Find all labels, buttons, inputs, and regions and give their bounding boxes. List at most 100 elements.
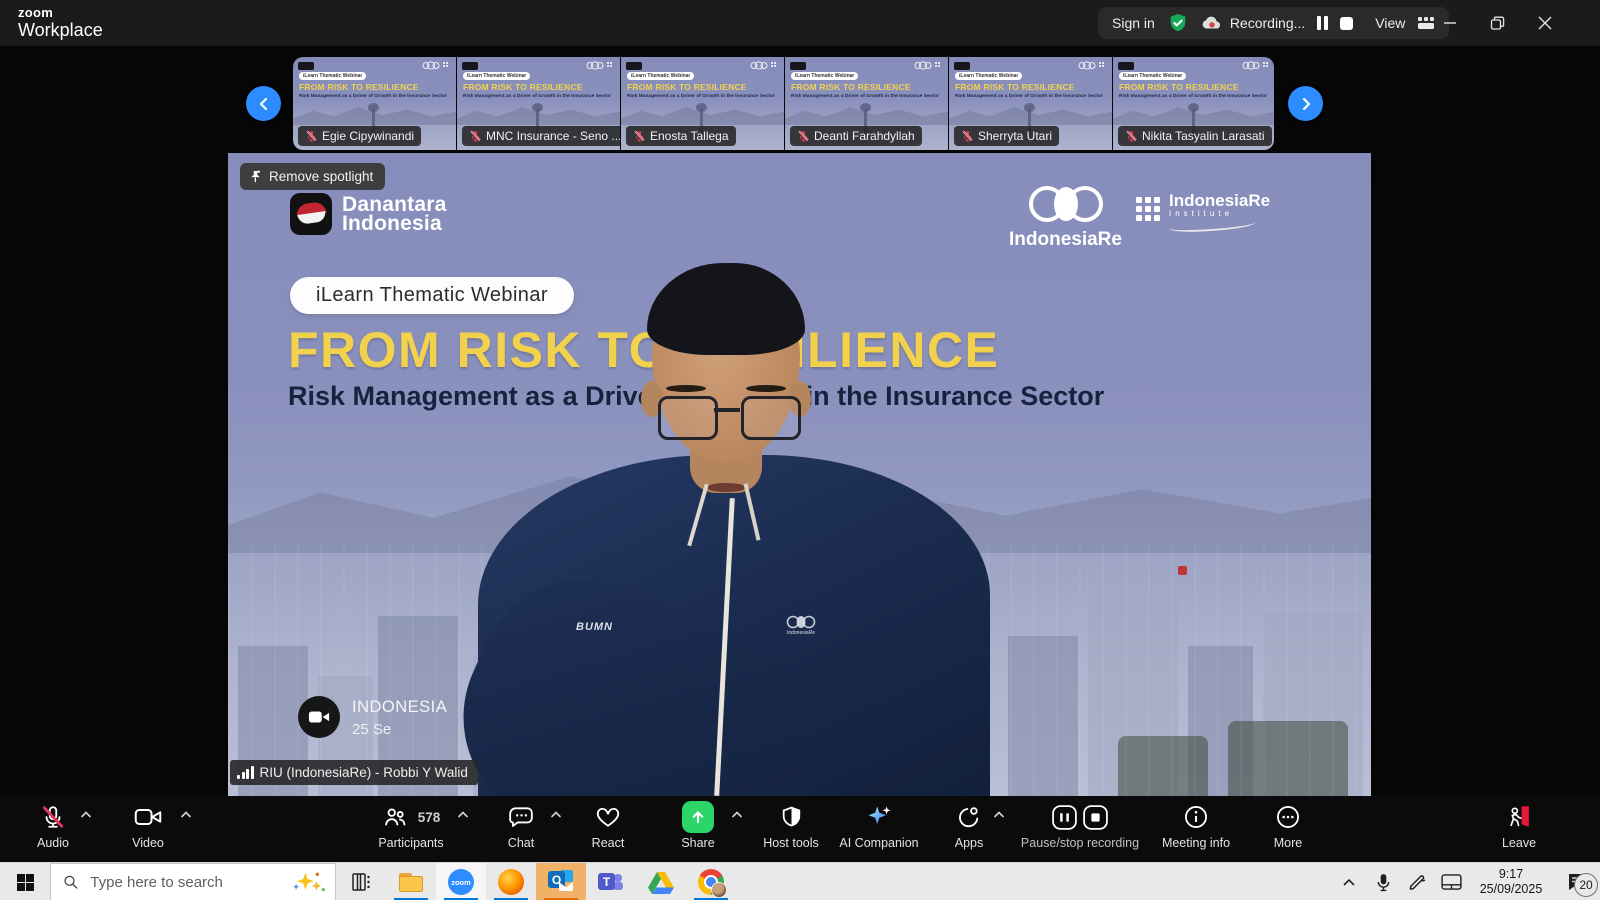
react-button[interactable]: React	[577, 802, 639, 850]
participant-video-thumbnail[interactable]: iLearn Thematic Webinar FROM RISK TO RES…	[621, 57, 784, 150]
thumb-danantara-logo	[626, 61, 642, 70]
audio-button[interactable]: Audio	[22, 802, 84, 850]
glasses-right-lens	[741, 396, 801, 440]
participant-video-thumbnail[interactable]: iLearn Thematic Webinar FROM RISK TO RES…	[457, 57, 620, 150]
thumb-indonesiare-logos	[914, 61, 940, 70]
indonesiare-circles-icon	[1003, 181, 1128, 227]
google-drive-icon	[648, 871, 674, 894]
thumb-indonesiare-logos	[750, 61, 776, 70]
file-explorer-taskbar-icon[interactable]	[386, 863, 436, 900]
indonesiare-institute-logo: IndonesiaRe Institute	[1136, 192, 1270, 234]
participants-options-chevron[interactable]	[457, 810, 469, 819]
recording-indicator: Recording...	[1201, 14, 1305, 32]
share-button[interactable]: Share	[667, 801, 729, 850]
apps-options-chevron[interactable]	[993, 810, 1005, 819]
notification-count-badge: 20	[1574, 873, 1598, 897]
person-hair	[647, 263, 805, 355]
thumb-slide-title: FROM RISK TO RESILIENCE	[627, 82, 747, 92]
pause-stop-recording-button[interactable]: Pause/stop recording	[1010, 802, 1150, 850]
chrome-taskbar-icon[interactable]	[686, 863, 736, 900]
host-tools-button[interactable]: Host tools	[752, 802, 830, 850]
search-input[interactable]	[88, 872, 292, 892]
glasses-bridge	[714, 408, 740, 412]
video-camera-badge-icon	[298, 696, 340, 738]
start-button[interactable]	[0, 863, 50, 900]
tray-touchpad-icon[interactable]	[1434, 863, 1468, 900]
person-mouth	[707, 483, 745, 492]
recording-label: Recording...	[1229, 15, 1306, 31]
firefox-taskbar-icon[interactable]	[486, 863, 536, 900]
filmstrip-next-button[interactable]	[1288, 86, 1323, 121]
muted-mic-icon	[798, 130, 809, 142]
chrome-icon	[698, 869, 727, 898]
task-view-button[interactable]	[336, 863, 386, 900]
taskbar-clock[interactable]: 9:17 25/09/2025	[1468, 867, 1554, 897]
danantara-mark-icon	[290, 193, 332, 235]
remove-spotlight-button[interactable]: Remove spotlight	[240, 163, 386, 190]
video-camera-icon	[134, 809, 162, 825]
outlook-icon: O	[548, 870, 574, 894]
thumb-slide-title: FROM RISK TO RESILIENCE	[791, 82, 911, 92]
filmstrip-prev-button[interactable]	[246, 86, 281, 121]
thumb-slide-title: FROM RISK TO RESILIENCE	[955, 82, 1075, 92]
thumb-badge: iLearn Thematic Webinar	[627, 72, 695, 80]
taskbar-search[interactable]	[50, 863, 336, 900]
institute-text-2: Institute	[1169, 209, 1234, 218]
connection-signal-icon	[237, 766, 254, 779]
thumb-indonesiare-logos	[1242, 61, 1268, 70]
view-button[interactable]: View	[1375, 15, 1405, 31]
video-button[interactable]: Video	[117, 802, 179, 850]
chat-options-chevron[interactable]	[550, 810, 562, 819]
outlook-taskbar-icon[interactable]: O	[536, 863, 586, 900]
thumb-indonesiare-logos	[422, 61, 448, 70]
video-options-chevron[interactable]	[180, 810, 192, 819]
participant-name-label: Deanti Farahdyllah	[790, 126, 922, 146]
tray-show-hidden-icons[interactable]	[1332, 863, 1366, 900]
teams-taskbar-icon[interactable]: T	[586, 863, 636, 900]
title-bar: zoom Workplace Sign in Recording... View	[0, 0, 1600, 46]
restore-button[interactable]	[1474, 0, 1520, 46]
pause-recording-button[interactable]	[1317, 16, 1329, 30]
leave-door-icon	[1509, 806, 1529, 827]
meeting-info-button[interactable]: Meeting info	[1155, 802, 1237, 850]
tray-microphone-icon[interactable]	[1366, 863, 1400, 900]
danantara-text-2: Indonesia	[342, 212, 442, 235]
muted-mic-icon	[1126, 130, 1137, 142]
thumb-danantara-logo	[298, 61, 314, 70]
ai-companion-button[interactable]: AI Companion	[831, 802, 927, 850]
bumn-shirt-logo: BUMN	[576, 621, 613, 633]
more-button[interactable]: More	[1257, 802, 1319, 850]
leave-button[interactable]: Leave	[1488, 802, 1550, 850]
copilot-sparkle-icon[interactable]	[291, 869, 327, 895]
participant-name: Egie Cipywinandi	[322, 129, 415, 143]
apps-button[interactable]: Apps	[938, 802, 1000, 850]
google-drive-taskbar-icon[interactable]	[636, 863, 686, 900]
minimize-button[interactable]	[1427, 0, 1473, 46]
participant-video-thumbnail[interactable]: iLearn Thematic Webinar FROM RISK TO RES…	[293, 57, 456, 150]
thumb-slide-subtitle: Risk Management as a Driver of Growth in…	[1119, 94, 1267, 99]
zoom-taskbar-icon[interactable]: zoom	[436, 863, 486, 900]
share-options-chevron[interactable]	[731, 810, 743, 819]
participant-video-thumbnail[interactable]: iLearn Thematic Webinar FROM RISK TO RES…	[949, 57, 1112, 150]
glasses-left-lens	[658, 396, 718, 440]
webinar-badge: iLearn Thematic Webinar	[290, 277, 574, 314]
participants-icon	[384, 808, 406, 826]
participants-button[interactable]: 578 Participants	[366, 802, 456, 850]
participant-name-label: Sherryta Utari	[954, 126, 1060, 146]
stop-recording-button[interactable]	[1340, 16, 1354, 30]
participant-video-thumbnail[interactable]: iLearn Thematic Webinar FROM RISK TO RES…	[785, 57, 948, 150]
spotlight-video[interactable]: Danantara Indonesia IndonesiaRe Indonesi…	[228, 153, 1371, 796]
security-shield-icon[interactable]	[1167, 12, 1189, 34]
thumb-badge: iLearn Thematic Webinar	[1119, 72, 1187, 80]
participant-video-thumbnail[interactable]: iLearn Thematic Webinar FROM RISK TO RES…	[1113, 57, 1274, 150]
action-center-button[interactable]: 20	[1554, 863, 1600, 900]
sign-in-button[interactable]: Sign in	[1112, 15, 1155, 31]
tray-pen-icon[interactable]	[1400, 863, 1434, 900]
thumb-slide-subtitle: Risk Management as a Driver of Growth in…	[299, 94, 447, 99]
audio-options-chevron[interactable]	[80, 810, 92, 819]
thumb-danantara-logo	[462, 61, 478, 70]
teams-icon: T	[598, 870, 624, 894]
close-button[interactable]	[1522, 0, 1568, 46]
chat-button[interactable]: Chat	[490, 802, 552, 850]
thumb-slide-title: FROM RISK TO RESILIENCE	[1119, 82, 1239, 92]
